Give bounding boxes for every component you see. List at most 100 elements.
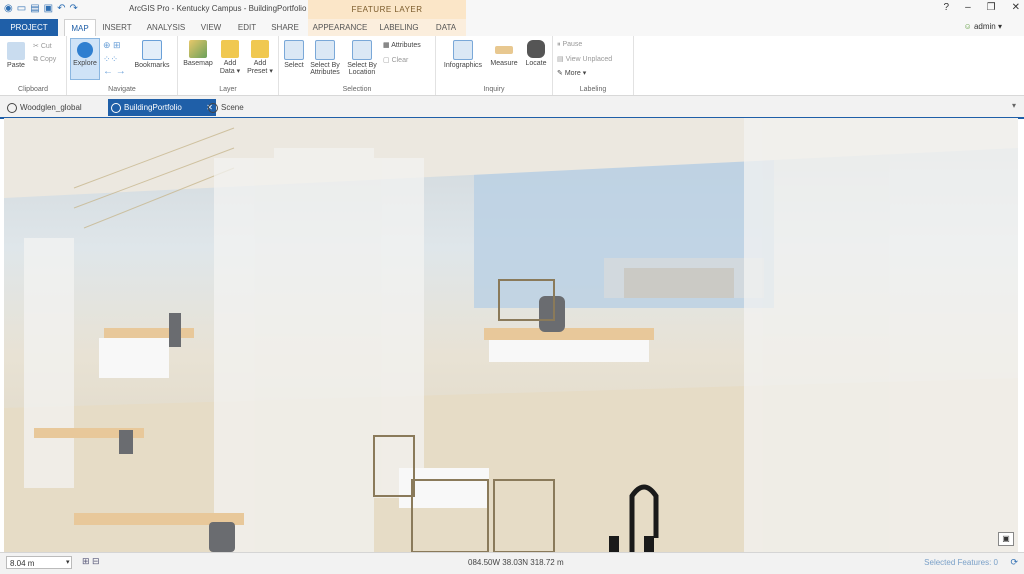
- select-icon: [284, 40, 304, 60]
- tab-data[interactable]: DATA: [426, 19, 466, 36]
- refresh-icon[interactable]: ⟳: [1010, 557, 1018, 568]
- tab-appearance[interactable]: APPEARANCE: [308, 19, 372, 36]
- select-by-location-button[interactable]: Select By Location: [344, 40, 380, 76]
- tab-woodglen-global[interactable]: Woodglen_global: [4, 99, 116, 116]
- bookmarks-icon: [142, 40, 162, 60]
- infographics-label: Infographics: [443, 62, 483, 69]
- tab-list-chevron-icon[interactable]: ▾: [1012, 101, 1016, 110]
- bookmarks-button[interactable]: Bookmarks: [133, 40, 171, 69]
- select-by-attributes-icon: [315, 40, 335, 60]
- explore-icon: [77, 42, 93, 58]
- ribbon-tabs: PROJECT MAP INSERT ANALYSIS VIEW EDIT SH…: [0, 19, 1024, 37]
- scene-render: [4, 118, 1018, 552]
- cut-button[interactable]: ✂ Cut: [33, 42, 52, 50]
- save-icon[interactable]: ▣: [44, 3, 53, 14]
- view-unplaced-label: View Unplaced: [565, 56, 613, 63]
- tab-label: BuildingPortfolio: [124, 103, 182, 112]
- tab-edit[interactable]: EDIT: [233, 19, 261, 36]
- infographics-icon: [453, 40, 473, 60]
- tab-project[interactable]: PROJECT: [0, 19, 58, 36]
- close-button[interactable]: ✕: [1012, 2, 1020, 13]
- explore-button[interactable]: Explore: [70, 38, 100, 80]
- select-by-location-label: Select By Location: [347, 62, 377, 76]
- navigator-icon[interactable]: ▣: [998, 532, 1014, 546]
- clipboard-group: Paste ✂ Cut ⧉ Copy Clipboard: [0, 36, 67, 95]
- help-button[interactable]: ?: [944, 2, 950, 13]
- title-bar: ◉ ▭ ▤ ▣ ↶ ↷ ArcGIS Pro - Kentucky Campus…: [0, 0, 1024, 19]
- scene-view[interactable]: ▣: [4, 118, 1018, 552]
- layer-group: Basemap Add Data ▾ Add Preset ▾ Layer: [178, 36, 279, 95]
- open-project-icon[interactable]: ▤: [30, 3, 39, 14]
- tab-analysis[interactable]: ANALYSIS: [142, 19, 190, 36]
- add-preset-label: Add Preset ▾: [247, 60, 273, 75]
- tab-scene[interactable]: Scene: [205, 99, 261, 116]
- globe-icon: [7, 103, 17, 113]
- select-label: Select: [284, 62, 304, 69]
- clear-button[interactable]: ▢ Clear: [383, 56, 408, 64]
- locate-label: Locate: [525, 60, 547, 67]
- tab-label: Woodglen_global: [20, 103, 82, 112]
- user-menu[interactable]: ☺ admin ▾: [964, 22, 1002, 31]
- add-data-label: Add Data ▾: [219, 60, 241, 75]
- select-button[interactable]: Select: [281, 40, 307, 69]
- pause-button[interactable]: ⏸ Pause: [557, 41, 582, 49]
- full-extent-icon[interactable]: ⊕ ⊞: [103, 40, 121, 51]
- measure-icon: [495, 46, 513, 54]
- locate-button[interactable]: Locate: [522, 40, 550, 67]
- labeling-label: Labeling: [579, 86, 607, 93]
- redo-icon[interactable]: ↷: [69, 3, 77, 14]
- coordinate-readout: 084.50W 38.03N 318.72 m: [468, 558, 564, 567]
- infographics-button[interactable]: Infographics: [440, 40, 486, 69]
- scale-dropdown-icon[interactable]: ▾: [66, 558, 70, 566]
- previous-extent-icon[interactable]: ← →: [103, 66, 126, 77]
- selection-group: Select Select By Attributes Select By Lo…: [279, 36, 436, 95]
- paste-button[interactable]: Paste: [5, 42, 27, 69]
- window-title: ArcGIS Pro - Kentucky Campus - BuildingP…: [129, 4, 307, 13]
- app-icon: ◉: [4, 3, 13, 14]
- status-bar: 8.04 m ▾ ⊞ ⊟ 084.50W 38.03N 318.72 m Sel…: [0, 552, 1024, 574]
- paste-icon: [7, 42, 25, 60]
- basemap-button[interactable]: Basemap: [182, 40, 214, 67]
- attributes-button[interactable]: ▦ Attributes: [383, 41, 421, 49]
- add-preset-button[interactable]: Add Preset ▾: [244, 40, 276, 75]
- fixed-zoom-icon[interactable]: ⁘⁘: [103, 54, 118, 65]
- measure-button[interactable]: Measure: [488, 40, 520, 67]
- add-data-button[interactable]: Add Data ▾: [216, 40, 244, 75]
- add-preset-icon: [251, 40, 269, 58]
- bookmarks-label: Bookmarks: [134, 62, 170, 69]
- selected-features[interactable]: Selected Features: 0: [924, 558, 998, 567]
- select-by-location-icon: [352, 40, 372, 60]
- restore-button[interactable]: ❐: [987, 2, 996, 13]
- paste-label: Paste: [7, 62, 25, 69]
- copy-button[interactable]: ⧉ Copy: [33, 56, 56, 64]
- add-data-icon: [221, 40, 239, 58]
- tab-map[interactable]: MAP: [64, 19, 96, 37]
- more-label: More ▾: [564, 70, 587, 77]
- clipboard-label: Clipboard: [18, 86, 48, 93]
- window-controls: ? – ❐ ✕: [944, 2, 1020, 13]
- tab-buildingportfolio[interactable]: BuildingPortfolio ✕: [108, 99, 216, 116]
- tab-labeling[interactable]: LABELING: [372, 19, 426, 36]
- contextual-tab-header: FEATURE LAYER: [308, 0, 466, 19]
- user-name: admin ▾: [973, 22, 1002, 31]
- new-project-icon[interactable]: ▭: [17, 3, 26, 14]
- attributes-label: Attributes: [391, 42, 421, 49]
- minimize-button[interactable]: –: [965, 2, 971, 13]
- binoculars-icon: [527, 40, 545, 58]
- map-units-icon[interactable]: ⊞ ⊟: [82, 556, 100, 567]
- basemap-icon: [189, 40, 207, 58]
- view-unplaced-button[interactable]: ▤ View Unplaced: [557, 55, 612, 63]
- user-icon: ☺: [963, 22, 972, 31]
- labeling-group: ⏸ Pause ▤ View Unplaced ✎ More ▾ Labelin…: [553, 36, 634, 95]
- tab-view[interactable]: VIEW: [196, 19, 226, 36]
- inquiry-label: Inquiry: [483, 86, 505, 93]
- copy-label: Copy: [39, 56, 57, 63]
- scale-input[interactable]: 8.04 m: [6, 556, 72, 569]
- more-button[interactable]: ✎ More ▾: [557, 69, 586, 77]
- view-tabs: Woodglen_global BuildingPortfolio ✕ Scen…: [0, 96, 1024, 119]
- undo-icon[interactable]: ↶: [57, 3, 65, 14]
- tab-insert[interactable]: INSERT: [99, 19, 135, 36]
- select-by-attributes-button[interactable]: Select By Attributes: [307, 40, 343, 76]
- tab-share[interactable]: SHARE: [268, 19, 302, 36]
- navigate-group: Explore ⊕ ⊞ ⁘⁘ ← → Bookmarks Navigate: [67, 36, 178, 95]
